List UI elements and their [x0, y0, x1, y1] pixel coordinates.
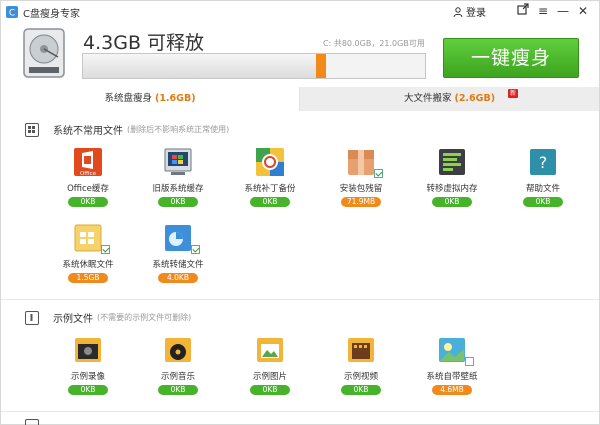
item-checkbox[interactable] [374, 169, 383, 178]
minimize-icon[interactable]: — [555, 3, 571, 19]
item-size: 0KB [341, 385, 381, 395]
item-size: 0KB [68, 385, 108, 395]
item-label: 示例视频 [343, 372, 378, 382]
section-note: (删除后不影响系统正常使用) [127, 125, 230, 134]
share-icon[interactable] [515, 3, 531, 19]
item-checkbox[interactable] [101, 245, 110, 254]
item-label: 系统补丁备份 [244, 184, 296, 194]
item-sample-pictures[interactable]: 示例图片 0KB [230, 335, 310, 405]
item-sample-music[interactable]: 示例音乐 0KB [138, 335, 218, 405]
wallpaper-icon [439, 338, 465, 362]
item-size: 0KB [523, 197, 563, 207]
item-size: 0KB [158, 197, 198, 207]
item-dump-file[interactable]: 系统转储文件 4.0KB [138, 223, 218, 293]
item-hibernate-file[interactable]: 系统休眠文件 1.5GB [48, 223, 128, 293]
tab-large-file-move[interactable]: 大文件搬家 (2.6GB) [300, 87, 599, 111]
svg-text:Office: Office [80, 171, 97, 177]
tab-amount: (1.6GB) [154, 93, 196, 104]
item-office-cache[interactable]: Office Office缓存 0KB [48, 147, 128, 217]
close-icon[interactable]: ✕ [575, 3, 591, 19]
section-header-uncommon-files: 系统不常用文件 (删除后不影响系统正常使用) [25, 122, 229, 137]
package-icon [348, 150, 374, 175]
item-label: 系统自带壁纸 [426, 372, 478, 382]
sample-picture-icon [257, 338, 283, 362]
disk-usage-fill [83, 54, 326, 78]
item-old-system-cache[interactable]: 旧版系统缓存 0KB [138, 147, 218, 217]
item-checkbox[interactable] [191, 245, 200, 254]
item-label: 安装包残留 [339, 184, 383, 194]
svg-text:C: C [9, 9, 15, 19]
app-title: C盘瘦身专家 [23, 9, 80, 20]
patch-backup-icon [256, 148, 284, 176]
login-button[interactable]: 登录 [453, 4, 486, 19]
item-checkbox[interactable] [465, 357, 474, 366]
item-sample-film[interactable]: 示例视频 0KB [321, 335, 401, 405]
tab-label: 系统盘瘦身 [104, 93, 152, 104]
user-icon [453, 6, 463, 17]
app-logo-icon: C [6, 6, 18, 19]
title-bar: C C盘瘦身专家 登录 ≡ — ✕ [1, 1, 599, 23]
disk-info: C: 共80.0GB，21.0GB可用 [323, 39, 425, 48]
freeable-size: 4.3GB 可释放 [83, 32, 205, 54]
tab-label: 大文件搬家 [403, 93, 452, 104]
tab-amount: (2.6GB) [454, 93, 496, 104]
item-label: 示例图片 [252, 372, 287, 382]
item-size: 0KB [68, 197, 108, 207]
item-label: Office缓存 [67, 184, 109, 194]
item-patch-backup[interactable]: 系统补丁备份 0KB [230, 147, 310, 217]
menu-icon[interactable]: ≡ [535, 3, 551, 19]
section-header-sample-files: 示例文件 (不需要的示例文件可删除) [25, 310, 191, 325]
grid-icon [25, 122, 39, 137]
item-system-wallpaper[interactable]: 系统自带壁纸 4.6MB [412, 335, 492, 405]
old-system-icon [164, 148, 192, 175]
disk-usage-bar [82, 53, 426, 79]
virtual-memory-icon [439, 149, 465, 175]
item-size: 4.6MB [432, 385, 472, 395]
login-label: 登录 [466, 8, 486, 19]
item-size: 0KB [250, 385, 290, 395]
next-section-icon [25, 419, 39, 425]
item-size: 0KB [250, 197, 290, 207]
sample-music-icon [165, 338, 191, 362]
item-label: 系统休眠文件 [62, 260, 114, 270]
tab-system-disk-slim[interactable]: 系统盘瘦身 (1.6GB) [1, 87, 300, 111]
item-move-virtual-memory[interactable]: 转移虚拟内存 0KB [412, 147, 492, 217]
item-help-files[interactable]: ? 帮助文件 0KB [503, 147, 583, 217]
new-badge: 新 [508, 89, 518, 98]
item-sample-video[interactable]: 示例录像 0KB [48, 335, 128, 405]
section-divider [1, 411, 599, 412]
section-divider [1, 299, 599, 300]
item-size: 0KB [432, 197, 472, 207]
item-label: 示例音乐 [160, 372, 195, 382]
dump-icon [165, 225, 191, 251]
sample-film-icon [348, 338, 374, 362]
item-size: 71.9MB [341, 197, 381, 207]
hard-disk-icon [23, 28, 65, 78]
freeable-highlight [315, 54, 326, 78]
folder-icon [25, 310, 39, 325]
section-note: (不需要的示例文件可删除) [97, 313, 192, 322]
one-click-slim-button[interactable]: 一键瘦身 [443, 38, 579, 78]
section-title: 系统不常用文件 [53, 126, 123, 137]
help-icon: ? [530, 149, 556, 175]
item-label: 帮助文件 [525, 184, 560, 194]
item-size: 0KB [158, 385, 198, 395]
hibernate-icon [74, 224, 102, 252]
svg-text:?: ? [539, 153, 548, 172]
office-icon: Office [74, 148, 102, 177]
section-title: 示例文件 [53, 314, 93, 325]
item-size: 1.5GB [68, 273, 108, 283]
tab-bar: 系统盘瘦身 (1.6GB) 大文件搬家 (2.6GB) 新 [1, 87, 599, 111]
sample-video-icon [75, 338, 101, 362]
item-label: 示例录像 [70, 372, 105, 382]
item-label: 旧版系统缓存 [152, 184, 204, 194]
item-label: 转移虚拟内存 [426, 184, 478, 194]
item-install-package-residue[interactable]: 安装包残留 71.9MB [321, 147, 401, 217]
main-window: C C盘瘦身专家 登录 ≡ — ✕ 4.3GB 可释放 C: 共80.0GB，2… [0, 0, 600, 425]
item-label: 系统转储文件 [152, 260, 204, 270]
item-size: 4.0KB [158, 273, 198, 283]
